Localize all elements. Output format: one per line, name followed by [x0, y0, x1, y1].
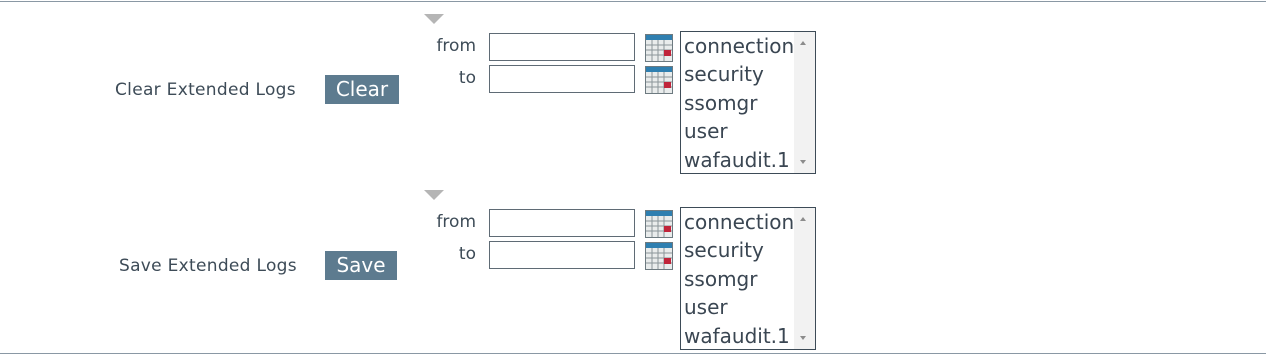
scroll-up-arrow-icon[interactable]: [800, 41, 806, 45]
to-date-input[interactable]: [489, 65, 635, 93]
bottom-divider: [0, 353, 1266, 354]
calendar-icon[interactable]: [645, 210, 673, 238]
list-item[interactable]: security: [681, 236, 795, 264]
clear-logs-section: Clear Extended Logs Clear from to connec…: [0, 0, 1266, 176]
clear-button[interactable]: Clear: [325, 75, 399, 104]
save-logs-label: Save Extended Logs: [119, 256, 297, 276]
list-item[interactable]: user: [681, 117, 795, 145]
from-label: from: [436, 36, 476, 56]
log-type-listbox[interactable]: connection security ssomgr user wafaudit…: [680, 31, 816, 174]
to-label: to: [458, 244, 476, 264]
from-date-input[interactable]: [489, 33, 635, 61]
list-item[interactable]: security: [681, 60, 795, 88]
from-label: from: [436, 212, 476, 232]
list-item[interactable]: wafaudit.1: [681, 146, 795, 173]
clear-logs-label: Clear Extended Logs: [115, 80, 296, 100]
calendar-icon[interactable]: [645, 34, 673, 62]
to-label: to: [458, 68, 476, 88]
collapse-toggle-icon[interactable]: [424, 14, 444, 24]
calendar-icon[interactable]: [645, 66, 673, 94]
listbox-scrollbar[interactable]: [794, 32, 815, 173]
calendar-icon[interactable]: [645, 242, 673, 270]
scroll-up-arrow-icon[interactable]: [800, 217, 806, 221]
log-type-listbox[interactable]: connection security ssomgr user wafaudit…: [680, 207, 816, 350]
list-item[interactable]: ssomgr: [681, 89, 795, 117]
list-item[interactable]: user: [681, 293, 795, 321]
listbox-scrollbar[interactable]: [794, 208, 815, 349]
list-item[interactable]: ssomgr: [681, 265, 795, 293]
collapse-toggle-icon[interactable]: [424, 190, 444, 200]
save-logs-section: Save Extended Logs Save from to connecti…: [0, 176, 1266, 352]
scroll-down-arrow-icon[interactable]: [800, 336, 806, 340]
list-item[interactable]: connection: [681, 208, 795, 236]
save-button[interactable]: Save: [325, 251, 397, 280]
list-item[interactable]: wafaudit.1: [681, 322, 795, 349]
from-date-input[interactable]: [489, 209, 635, 237]
to-date-input[interactable]: [489, 241, 635, 269]
list-item[interactable]: connection: [681, 32, 795, 60]
scroll-down-arrow-icon[interactable]: [800, 160, 806, 164]
